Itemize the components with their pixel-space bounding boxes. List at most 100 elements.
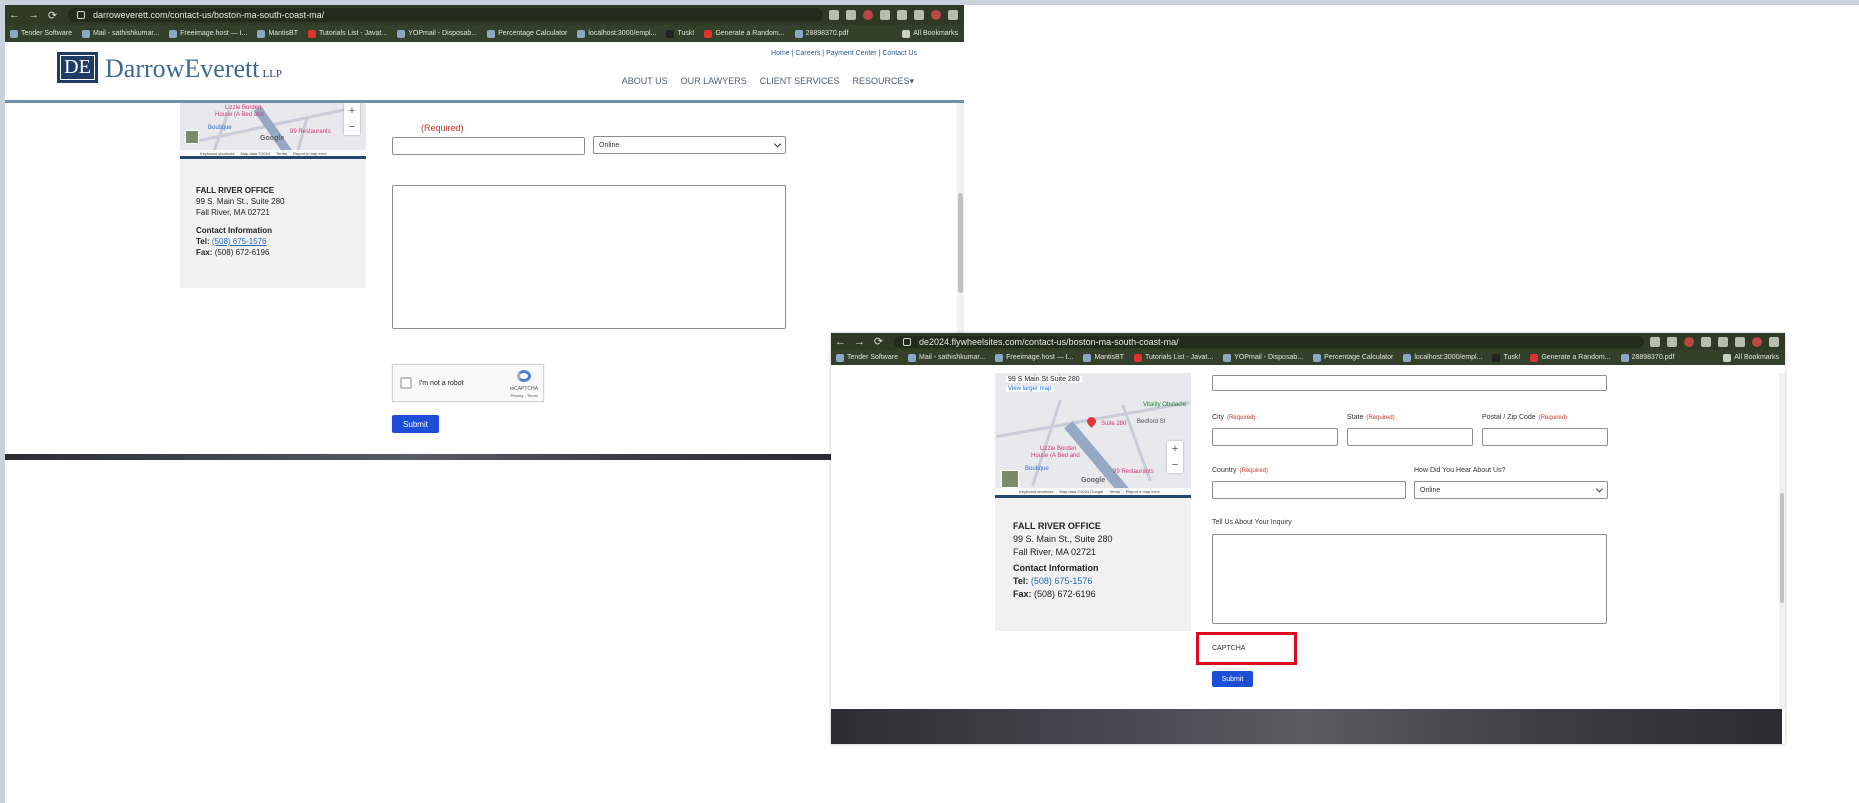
extension-icon[interactable] <box>880 10 890 20</box>
desktop-canvas: ← → ⟳ darroweverett.com/contact-us/bosto… <box>0 0 1859 803</box>
zip-input[interactable] <box>1482 428 1608 446</box>
bookmark-item[interactable]: MantisBT <box>257 29 298 38</box>
extension-red-icon[interactable] <box>1684 336 1694 347</box>
all-bookmarks[interactable]: All Bookmarks <box>1723 353 1779 362</box>
bookmark-item[interactable]: Generate a Random... <box>1530 353 1611 362</box>
nav-about-us[interactable]: ABOUT US <box>622 76 668 87</box>
link-careers[interactable]: Careers <box>795 50 820 57</box>
site-info-icon[interactable] <box>903 337 911 346</box>
back-button[interactable]: ← <box>5 9 24 21</box>
city-input[interactable] <box>1212 428 1338 446</box>
menu-kebab-icon[interactable] <box>1769 336 1779 347</box>
bookmark-item[interactable]: Tender Software <box>10 29 72 38</box>
bookmark-item[interactable]: MantisBT <box>1083 353 1124 362</box>
profile-avatar-icon[interactable] <box>931 10 941 20</box>
zip-input[interactable] <box>392 137 585 155</box>
logo-monogram[interactable]: DE <box>57 52 98 83</box>
map-footer-item[interactable]: Terms <box>1109 489 1120 494</box>
puzzle-icon[interactable] <box>1718 336 1728 347</box>
nav-client-services[interactable]: CLIENT SERVICES <box>760 76 840 87</box>
reader-icon[interactable] <box>846 10 856 20</box>
back-button[interactable]: ← <box>831 336 850 348</box>
link-contact-us[interactable]: Contact Us <box>882 50 917 57</box>
bookmark-item[interactable]: Mail - sathishkumar... <box>81 29 159 38</box>
logo-suffix: LLP <box>262 68 283 80</box>
zoom-out-button[interactable]: − <box>1172 457 1178 473</box>
map-satellite-thumbnail[interactable] <box>185 130 199 144</box>
reload-button[interactable]: ⟳ <box>43 9 62 22</box>
bookmark-item[interactable]: Freeimage.host — I... <box>995 353 1073 362</box>
map-footer-item[interactable]: Report a map error <box>293 151 327 156</box>
all-bookmarks[interactable]: All Bookmarks <box>902 29 958 38</box>
download-icon[interactable] <box>914 10 924 20</box>
recaptcha-privacy[interactable]: Privacy - Terms <box>511 393 538 398</box>
address-line-input[interactable] <box>1212 375 1607 391</box>
bookmark-item[interactable]: YOPmail - Disposab... <box>1223 353 1303 362</box>
country-input[interactable] <box>1212 481 1406 499</box>
map-satellite-thumbnail[interactable] <box>1001 470 1019 488</box>
extension-icon[interactable] <box>1701 336 1711 347</box>
address-bar[interactable]: darroweverett.com/contact-us/boston-ma-s… <box>68 8 823 22</box>
tel-link[interactable]: (508) 675-1576 <box>1031 576 1093 586</box>
bookmark-item[interactable]: localhost:3000/empl... <box>577 29 656 38</box>
puzzle-icon[interactable] <box>897 10 907 20</box>
bookmark-item[interactable]: Mail - sathishkumar... <box>907 353 985 362</box>
hear-about-select[interactable]: Online <box>1414 481 1608 499</box>
bookmark-item[interactable]: 28898370.pdf <box>1620 353 1674 362</box>
map-footer-item[interactable]: Terms <box>276 151 287 156</box>
link-payment-center[interactable]: Payment Center <box>826 50 877 57</box>
submit-button[interactable]: Submit <box>392 415 439 433</box>
submit-button[interactable]: Submit <box>1212 671 1253 687</box>
address-bar[interactable]: de2024.flywheelsites.com/contact-us/bost… <box>894 335 1644 348</box>
bookmark-item[interactable]: localhost:3000/empl... <box>1403 353 1482 362</box>
reload-button[interactable]: ⟳ <box>869 335 888 348</box>
link-home[interactable]: Home <box>771 50 790 57</box>
map-footer-item[interactable]: Keyboard shortcuts <box>1019 489 1053 494</box>
bookmark-item[interactable]: Tutorials List - Javat... <box>308 29 387 38</box>
zoom-out-button[interactable]: − <box>349 119 355 135</box>
state-input[interactable] <box>1347 428 1473 446</box>
extension-red-icon[interactable] <box>863 10 873 20</box>
bookmark-item[interactable]: Tutorials List - Javat... <box>1134 353 1213 362</box>
forward-button[interactable]: → <box>24 9 43 21</box>
bookmark-item[interactable]: Freeimage.host — I... <box>169 29 247 38</box>
bookmark-label: Tusk! <box>1503 354 1521 361</box>
bookmark-item[interactable]: Percentage Calculator <box>1313 353 1393 362</box>
folder-icon <box>902 29 911 38</box>
zoom-in-button[interactable]: + <box>1172 441 1178 457</box>
download-icon[interactable] <box>1735 336 1745 347</box>
bookmark-star-icon[interactable] <box>829 10 839 20</box>
office-map[interactable]: Lizzie Borden House (A Bed and 99 Restau… <box>180 103 366 159</box>
reader-icon[interactable] <box>1667 336 1677 347</box>
forward-button[interactable]: → <box>850 336 869 348</box>
fax-number: (508) 672-6196 <box>214 248 270 257</box>
bookmark-item[interactable]: Percentage Calculator <box>487 29 567 38</box>
bookmark-item[interactable]: Generate a Random... <box>704 29 785 38</box>
bookmark-item[interactable]: 28898370.pdf <box>794 29 848 38</box>
page-scrollbar[interactable] <box>1779 373 1785 709</box>
zoom-in-button[interactable]: + <box>349 103 355 119</box>
nav-resources[interactable]: RESOURCES▾ <box>852 76 914 87</box>
tel-link[interactable]: (508) 675-1576 <box>212 237 267 246</box>
inquiry-textarea[interactable] <box>392 185 786 329</box>
logo-wordmark[interactable]: DarrowEverett LLP <box>105 54 282 84</box>
view-larger-map-link[interactable]: View larger map <box>1006 386 1054 392</box>
nav-our-lawyers[interactable]: OUR LAWYERS <box>681 76 747 87</box>
hear-about-select[interactable]: Online <box>593 136 786 154</box>
bookmark-item[interactable]: Tusk! <box>666 29 694 38</box>
map-footer-item[interactable]: Keyboard shortcuts <box>200 151 234 156</box>
inquiry-textarea[interactable] <box>1212 534 1607 624</box>
scrollbar-thumb[interactable] <box>1780 493 1784 603</box>
site-info-icon[interactable] <box>77 11 85 19</box>
map-footer-item[interactable]: Report a map error <box>1126 489 1160 494</box>
bookmark-star-icon[interactable] <box>1650 336 1660 347</box>
recaptcha-checkbox[interactable] <box>400 377 412 389</box>
bookmark-item[interactable]: Tusk! <box>1492 353 1521 362</box>
scrollbar-thumb[interactable] <box>958 193 963 293</box>
city-label-text: City <box>1212 414 1225 421</box>
office-map[interactable]: 99 S Main St Suite 280 View larger map S… <box>995 373 1191 498</box>
menu-kebab-icon[interactable] <box>948 10 958 20</box>
bookmark-item[interactable]: Tender Software <box>836 353 898 362</box>
profile-avatar-icon[interactable] <box>1752 336 1762 347</box>
bookmark-item[interactable]: YOPmail - Disposab... <box>397 29 477 38</box>
